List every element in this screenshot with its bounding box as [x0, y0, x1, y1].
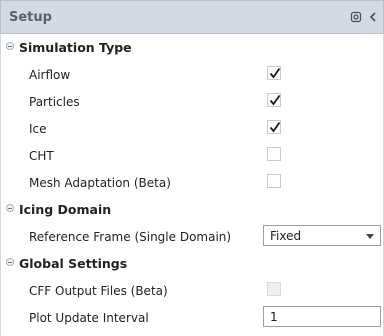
- reference-frame-value: Fixed: [270, 229, 302, 243]
- pin-icon[interactable]: [350, 11, 362, 23]
- plot-update-interval-value: 1: [270, 310, 278, 324]
- row-ice: Ice: [1, 115, 383, 142]
- collapse-chevron-icon[interactable]: [367, 11, 379, 23]
- section-global-settings[interactable]: Global Settings: [1, 250, 383, 277]
- row-plot-update-interval: Plot Update Interval 1: [1, 304, 383, 331]
- check-icon: [269, 121, 281, 133]
- cff-output-label: CFF Output Files (Beta): [29, 284, 168, 298]
- panel-title: Setup: [9, 10, 52, 25]
- particles-checkbox[interactable]: [267, 93, 281, 107]
- airflow-label: Airflow: [29, 68, 71, 82]
- airflow-checkbox[interactable]: [267, 66, 281, 80]
- row-cff-output: CFF Output Files (Beta): [1, 277, 383, 304]
- plot-update-interval-input[interactable]: 1: [263, 306, 381, 327]
- check-icon: [269, 67, 281, 79]
- section-label: Icing Domain: [19, 202, 112, 217]
- cht-label: CHT: [29, 149, 54, 163]
- row-airflow: Airflow: [1, 61, 383, 88]
- ice-checkbox[interactable]: [267, 120, 281, 134]
- row-mesh-adaptation: Mesh Adaptation (Beta): [1, 169, 383, 196]
- section-collapse-icon[interactable]: [6, 204, 14, 212]
- panel-header: Setup: [0, 0, 384, 34]
- particles-label: Particles: [29, 95, 80, 109]
- cff-output-checkbox[interactable]: [267, 282, 281, 296]
- reference-frame-label: Reference Frame (Single Domain): [29, 230, 232, 244]
- ice-label: Ice: [29, 122, 47, 136]
- dropdown-arrow-icon: [366, 234, 374, 239]
- row-cht: CHT: [1, 142, 383, 169]
- reference-frame-select[interactable]: Fixed: [263, 225, 381, 246]
- section-collapse-icon[interactable]: [6, 42, 14, 50]
- mesh-adaptation-label: Mesh Adaptation (Beta): [29, 176, 171, 190]
- header-icons: [349, 11, 379, 25]
- row-particles: Particles: [1, 88, 383, 115]
- section-label: Global Settings: [19, 256, 128, 271]
- section-icing-domain[interactable]: Icing Domain: [1, 196, 383, 223]
- setup-tree: Simulation Type Airflow Particles Ice CH…: [0, 34, 384, 336]
- section-simulation-type[interactable]: Simulation Type: [1, 34, 383, 61]
- check-icon: [269, 94, 281, 106]
- row-reference-frame: Reference Frame (Single Domain) Fixed: [1, 223, 383, 250]
- section-collapse-icon[interactable]: [6, 258, 14, 266]
- cht-checkbox[interactable]: [267, 147, 281, 161]
- section-label: Simulation Type: [19, 40, 132, 55]
- plot-update-interval-label: Plot Update Interval: [29, 311, 149, 325]
- mesh-adaptation-checkbox[interactable]: [267, 174, 281, 188]
